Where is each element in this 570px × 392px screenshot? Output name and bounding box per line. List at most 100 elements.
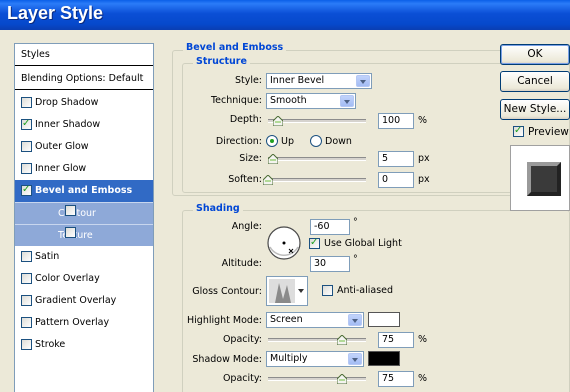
- anti-aliased-checkbox[interactable]: [322, 285, 333, 296]
- style-item-bevel-and-emboss[interactable]: Bevel and Emboss: [15, 180, 153, 202]
- style-checkbox[interactable]: [21, 183, 32, 197]
- technique-select[interactable]: Smooth: [266, 93, 356, 109]
- depth-label: Depth:: [229, 114, 262, 125]
- angle-unit: °: [353, 217, 358, 228]
- blending-options[interactable]: Blending Options: Default: [15, 68, 153, 90]
- soften-label: Soften:: [228, 174, 262, 185]
- style-item-label: Outer Glow: [35, 141, 89, 152]
- style-item-satin[interactable]: Satin: [15, 246, 153, 268]
- soften-unit: px: [418, 174, 430, 185]
- technique-select-value: Smooth: [270, 95, 307, 106]
- preview-label: Preview: [528, 126, 569, 138]
- bevel-emboss-title: Bevel and Emboss: [183, 42, 287, 53]
- depth-unit: %: [418, 115, 428, 126]
- use-global-light-label: Use Global Light: [324, 238, 402, 249]
- style-checkbox[interactable]: [21, 251, 32, 262]
- direction-up-label: Up: [281, 136, 294, 147]
- style-checkbox[interactable]: [21, 117, 32, 131]
- size-slider-track[interactable]: [268, 157, 366, 161]
- chevron-down-icon: [340, 95, 354, 107]
- angle-dial[interactable]: [266, 225, 302, 261]
- shadow-opacity-label: Opacity:: [222, 373, 262, 384]
- soften-slider-thumb[interactable]: [263, 175, 273, 185]
- window-title: Layer Style: [7, 3, 104, 23]
- ok-button[interactable]: OK: [500, 44, 570, 65]
- size-unit: px: [418, 153, 430, 164]
- style-checkbox[interactable]: [65, 227, 76, 238]
- style-item-outer-glow[interactable]: Outer Glow: [15, 136, 153, 158]
- depth-slider-thumb[interactable]: [272, 116, 283, 126]
- direction-down-radio[interactable]: [310, 135, 322, 147]
- shadow-color-swatch[interactable]: [368, 351, 400, 366]
- shadow-mode-select[interactable]: Multiply: [266, 351, 364, 367]
- altitude-label: Altitude:: [221, 258, 262, 269]
- direction-up-radio[interactable]: [266, 135, 278, 147]
- technique-label: Technique:: [210, 95, 262, 106]
- shadow-opacity-thumb[interactable]: [336, 374, 347, 384]
- size-slider-thumb[interactable]: [267, 154, 278, 164]
- cancel-button[interactable]: Cancel: [500, 71, 570, 92]
- styles-list: Styles Blending Options: Default Drop Sh…: [14, 43, 154, 392]
- soften-input[interactable]: 0: [378, 172, 414, 188]
- highlight-opacity-track[interactable]: [268, 338, 366, 342]
- style-item-inner-shadow[interactable]: Inner Shadow: [15, 114, 153, 136]
- style-item-gradient-overlay[interactable]: Gradient Overlay: [15, 290, 153, 312]
- style-item-inner-glow[interactable]: Inner Glow: [15, 158, 153, 180]
- style-item-label: Gradient Overlay: [35, 295, 117, 306]
- style-checkbox[interactable]: [21, 141, 32, 152]
- style-item-label: Contour: [58, 208, 96, 219]
- style-item-label: Stroke: [35, 339, 66, 350]
- styles-header[interactable]: Styles: [15, 44, 153, 66]
- chevron-down-icon: [348, 353, 362, 365]
- highlight-opacity-thumb[interactable]: [336, 335, 347, 345]
- gloss-contour-label: Gloss Contour:: [192, 286, 262, 297]
- highlight-opacity-input[interactable]: 75: [378, 332, 414, 348]
- highlight-opacity-unit: %: [418, 334, 428, 345]
- style-item-color-overlay[interactable]: Color Overlay: [15, 268, 153, 290]
- style-item-label: Satin: [35, 251, 60, 262]
- angle-input[interactable]: -60: [310, 219, 350, 235]
- style-label: Style:: [234, 75, 262, 86]
- anti-aliased-label: Anti-aliased: [337, 285, 394, 296]
- style-checkbox[interactable]: [21, 273, 32, 284]
- highlight-mode-select[interactable]: Screen: [266, 312, 364, 328]
- style-select-value: Inner Bevel: [270, 75, 325, 86]
- chevron-down-icon: [348, 314, 362, 326]
- chevron-down-icon: [356, 75, 370, 87]
- style-item-pattern-overlay[interactable]: Pattern Overlay: [15, 312, 153, 334]
- style-checkbox[interactable]: [21, 97, 32, 108]
- style-select[interactable]: Inner Bevel: [266, 73, 372, 89]
- shadow-opacity-unit: %: [418, 373, 428, 384]
- highlight-color-swatch[interactable]: [368, 312, 400, 327]
- highlight-mode-value: Screen: [270, 314, 303, 325]
- style-item-stroke[interactable]: Stroke: [15, 334, 153, 356]
- style-checkbox[interactable]: [21, 163, 32, 174]
- depth-input[interactable]: 100: [378, 113, 414, 129]
- gloss-contour-picker[interactable]: [266, 276, 308, 306]
- shadow-opacity-track[interactable]: [268, 377, 366, 381]
- style-item-label: Color Overlay: [35, 273, 100, 284]
- altitude-input[interactable]: 30: [310, 256, 350, 272]
- use-global-light-checkbox[interactable]: [309, 236, 320, 250]
- angle-label: Angle:: [231, 221, 262, 232]
- direction-down-label: Down: [325, 136, 352, 147]
- shadow-opacity-input[interactable]: 75: [378, 371, 414, 387]
- style-checkbox[interactable]: [21, 317, 32, 328]
- shadow-mode-value: Multiply: [270, 353, 308, 364]
- style-checkbox[interactable]: [21, 295, 32, 306]
- new-style-button[interactable]: New Style...: [500, 99, 570, 120]
- soften-slider-track[interactable]: [268, 178, 366, 182]
- style-item-drop-shadow[interactable]: Drop Shadow: [15, 92, 153, 114]
- style-item-label: Inner Shadow: [35, 119, 101, 130]
- style-checkbox[interactable]: [21, 339, 32, 350]
- style-preview-thumbnail: [510, 145, 570, 211]
- preview-checkbox[interactable]: [513, 124, 524, 138]
- style-checkbox[interactable]: [65, 205, 76, 216]
- style-item-texture[interactable]: Texture: [15, 224, 153, 246]
- shadow-mode-label: Shadow Mode:: [192, 354, 262, 365]
- altitude-unit: °: [353, 254, 358, 265]
- shading-title: Shading: [193, 203, 243, 214]
- size-input[interactable]: 5: [378, 151, 414, 167]
- style-item-contour[interactable]: Contour: [15, 202, 153, 224]
- size-label: Size:: [239, 153, 262, 164]
